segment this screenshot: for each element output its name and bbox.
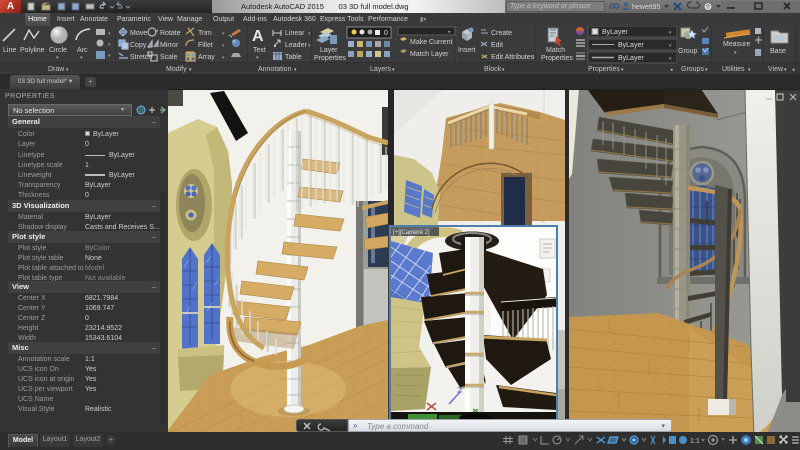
svg-text:Leader: Leader [285,42,307,49]
svg-text:Scale: Scale [160,54,178,61]
svg-text:A: A [252,28,264,45]
svg-text:Circle: Circle [49,47,67,54]
svg-text:Properties: Properties [588,66,620,73]
svg-text:▾: ▾ [502,67,505,73]
svg-text:▾: ▾ [66,67,69,73]
svg-text:Modify: Modify [166,66,187,73]
svg-text:▾: ▾ [256,55,259,61]
svg-text:Arc: Arc [77,47,88,54]
svg-text:▾: ▾ [784,67,787,73]
svg-text:◂: ◂ [670,67,673,73]
svg-text:▾: ▾ [705,67,708,73]
svg-text:ByLayer: ByLayer [602,29,628,36]
svg-text:View: View [768,66,784,73]
svg-text:Properties: Properties [541,55,573,62]
svg-text:Utilities: Utilities [722,66,745,73]
svg-text:Rotate: Rotate [160,30,181,37]
svg-text:Text: Text [253,47,266,54]
svg-text:Line: Line [3,47,16,54]
svg-text:ByLayer: ByLayer [618,55,644,62]
svg-text:▾: ▾ [294,67,297,73]
svg-text:Move: Move [130,30,147,37]
svg-text:Layer: Layer [320,47,338,54]
svg-text:Base: Base [770,48,786,55]
svg-text:Array: Array [198,54,215,61]
svg-text:Block: Block [484,66,502,73]
svg-text:▾: ▾ [108,53,111,59]
svg-text:▾: ▾ [308,43,311,49]
svg-text:▾: ▾ [189,67,192,73]
svg-text:Match Layer: Match Layer [410,51,449,58]
svg-text:Trim: Trim [198,30,212,37]
svg-text:Make Current: Make Current [410,39,452,46]
svg-text:Edit Attributes: Edit Attributes [491,54,535,61]
svg-text:◂: ◂ [792,67,795,73]
svg-text:▾: ▾ [108,31,111,37]
svg-text:▾: ▾ [222,43,225,49]
svg-text:▾: ▾ [734,50,737,56]
svg-text:?: ? [706,4,710,11]
svg-text:Mirror: Mirror [160,42,179,49]
svg-text:▾: ▾ [532,55,535,61]
svg-text:Annotation: Annotation [258,66,292,73]
svg-text:Groups: Groups [681,66,704,73]
svg-text:[+][Camera 2]: [+][Camera 2] [393,230,430,236]
svg-text:hewett95: hewett95 [632,4,661,11]
svg-text:Table: Table [285,54,302,61]
svg-text:Linear: Linear [285,30,305,37]
svg-text:▾: ▾ [108,42,111,48]
svg-text:▾: ▾ [392,67,395,73]
svg-text:▾: ▾ [80,55,83,61]
svg-text:Group: Group [678,48,698,55]
svg-text:Copy: Copy [130,42,147,49]
svg-text:▾: ▾ [748,67,751,73]
svg-text:0: 0 [384,30,388,37]
svg-text:Create: Create [491,30,512,37]
svg-text:▾: ▾ [222,55,225,61]
svg-text:1:1: 1:1 [690,438,700,445]
svg-text:Match: Match [546,47,565,54]
svg-text:ByLayer: ByLayer [618,42,644,49]
svg-text:Insert: Insert [458,47,476,54]
svg-text:▾: ▾ [222,31,225,37]
svg-text:Layers: Layers [370,66,392,73]
svg-text:Stretch: Stretch [130,54,152,61]
svg-text:▾: ▾ [56,55,59,61]
svg-text:Fillet: Fillet [198,42,213,49]
svg-text:▾: ▾ [308,31,311,37]
svg-text:Polyline: Polyline [20,47,45,54]
svg-text:▾: ▾ [621,67,624,73]
svg-text:Draw: Draw [48,66,65,73]
svg-text:Edit: Edit [491,42,503,49]
svg-text:Properties: Properties [314,55,346,62]
svg-text:Measure: Measure [723,41,750,48]
